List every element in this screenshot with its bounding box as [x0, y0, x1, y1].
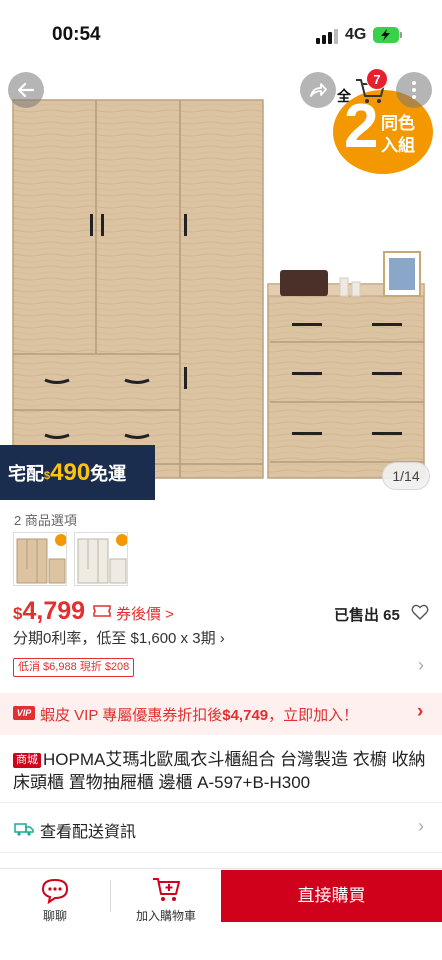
truck-icon	[14, 823, 34, 836]
signal-icon	[316, 28, 338, 44]
heart-icon[interactable]	[411, 604, 429, 620]
more-options-button[interactable]	[396, 72, 432, 108]
vip-amount: $4,749	[222, 707, 269, 724]
image-counter: 1/14	[382, 462, 430, 490]
divider	[0, 852, 442, 853]
variant-count-label: 2 商品選項	[14, 513, 77, 528]
product-title: 商城 HOPMA艾瑪北歐風衣斗櫃組合 台灣製造 衣櫥 收納床頭櫃 置物抽屜櫃 邊櫃…	[13, 748, 431, 794]
shipping-suffix: 免運	[90, 463, 127, 484]
status-time: 00:54	[52, 24, 101, 45]
vip-icon: VIP	[13, 706, 35, 720]
share-button[interactable]	[300, 72, 336, 108]
arrow-left-icon	[17, 82, 35, 98]
installment-info[interactable]: 分期0利率，低至 $1,600 x 3期 ›	[13, 627, 225, 648]
chat-label: 聊聊	[42, 909, 67, 923]
chevron-right-icon[interactable]: ›	[418, 655, 424, 676]
product-title-text: HOPMA艾瑪北歐風衣斗櫃組合 台灣製造 衣櫥 收納床頭櫃 置物抽屜櫃 邊櫃 A…	[13, 750, 426, 792]
coupon-icon	[93, 605, 111, 617]
more-vertical-icon	[412, 81, 416, 99]
vip-text-suffix: ，立即加入！	[268, 707, 359, 724]
mall-tag: 商城	[13, 753, 41, 768]
sold-count: 已售出 65	[334, 607, 400, 624]
coupon-price-link[interactable]: 券後價 >	[116, 603, 174, 624]
vip-text-prefix: 蝦皮 VIP 專屬優惠券折扣後	[40, 707, 223, 724]
promo-text: 同色 入組	[378, 113, 418, 157]
discount-tag: 低消 $6,988 現折 $208	[13, 658, 135, 677]
shipping-prefix: 宅配	[8, 463, 44, 484]
price-value: 4,799	[22, 597, 86, 625]
add-to-cart-icon	[153, 878, 180, 901]
vip-chevron-right-icon[interactable]: ›	[417, 701, 423, 723]
promo-text-line1: 同色	[381, 114, 415, 133]
battery-icon	[373, 27, 402, 43]
shipping-banner: 宅配 $ 490 免運	[0, 445, 155, 500]
promo-text-line2: 入組	[381, 136, 415, 155]
shipping-amount: 490	[50, 458, 91, 486]
share-icon	[310, 83, 327, 97]
variant-thumbnail-white[interactable]	[74, 532, 128, 586]
status-bar: 00:54 4G	[0, 0, 442, 72]
buy-now-button[interactable]: 直接購買	[221, 870, 442, 922]
back-button[interactable]	[8, 72, 44, 108]
product-price: $4,799	[13, 597, 85, 626]
chat-icon	[41, 878, 69, 904]
cart-count-badge: 7	[366, 68, 388, 90]
vip-promo-text: 蝦皮 VIP 專屬優惠券折扣後$4,749，立即加入！	[40, 704, 358, 725]
delivery-chevron-right-icon[interactable]: ›	[418, 816, 424, 837]
delivery-info-link[interactable]: 查看配送資訊	[40, 818, 136, 842]
divider	[0, 802, 442, 803]
network-label: 4G	[345, 26, 367, 43]
variant-thumbnail-oak[interactable]	[13, 532, 67, 586]
add-to-cart-label: 加入購物車	[135, 909, 196, 923]
